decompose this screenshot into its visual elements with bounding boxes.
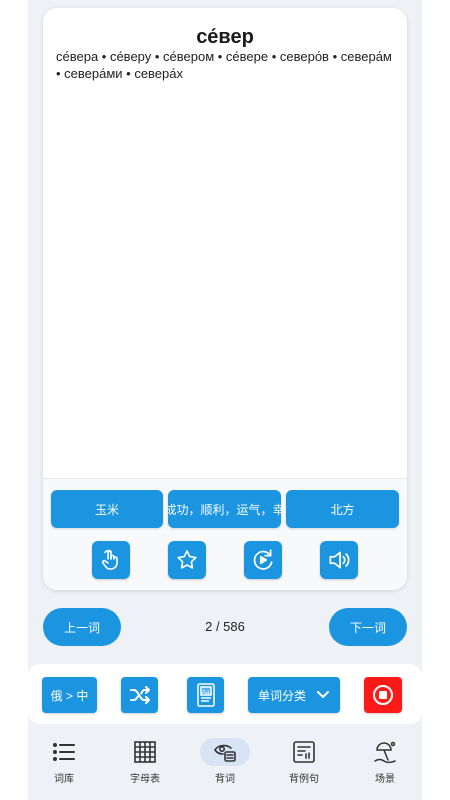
sentence-icon xyxy=(279,738,329,766)
app-root: се́вер се́вера • се́веру • се́вером • се… xyxy=(28,0,422,800)
tab-label: 字母表 xyxy=(130,774,160,785)
word-title: се́вер xyxy=(196,26,254,48)
shuffle-button[interactable] xyxy=(121,677,158,713)
replay-icon xyxy=(253,549,273,570)
word-declension-forms: се́вера • се́веру • се́вером • се́вере •… xyxy=(56,49,392,81)
card-toolbar xyxy=(43,541,407,590)
speak-button[interactable] xyxy=(320,541,358,579)
answer-option-3[interactable]: 北方 xyxy=(286,490,399,528)
svg-text:Aa: Aa xyxy=(202,690,210,696)
tab-alphabet[interactable]: 字母表 xyxy=(115,738,175,792)
beach-icon xyxy=(360,738,410,766)
direction-toggle-button[interactable]: 俄 > 中 xyxy=(42,677,97,713)
tap-hand-icon xyxy=(101,549,118,570)
tab-memorize-words[interactable]: 背词 xyxy=(195,738,255,792)
grid-table-icon xyxy=(120,738,170,766)
category-select-label: 单词分类 xyxy=(258,688,307,703)
shuffle-icon xyxy=(129,686,150,704)
tap-hand-button[interactable] xyxy=(92,541,130,579)
answer-option-2[interactable]: 成功，顺利，运气，幸 xyxy=(168,490,281,528)
category-select[interactable]: 单词分类 xyxy=(248,677,340,713)
next-word-button[interactable]: 下一词 xyxy=(329,608,407,646)
favorite-button[interactable] xyxy=(168,541,206,579)
star-icon xyxy=(177,550,197,569)
list-icon xyxy=(39,738,89,766)
stop-icon xyxy=(373,685,393,705)
bottom-tab-bar: 词库 字母表 背词 背例句 场景 xyxy=(28,730,422,800)
eye-card-icon xyxy=(200,738,250,766)
answer-options: 玉米 成功，顺利，运气，幸 北方 xyxy=(43,479,407,541)
tab-label: 词库 xyxy=(54,774,74,785)
chevron-down-icon xyxy=(317,691,329,698)
speaker-icon xyxy=(329,551,350,569)
book-icon: Aa xyxy=(196,683,215,707)
control-bar: 俄 > 中 Aa 单词分类 xyxy=(28,664,422,724)
tab-label: 场景 xyxy=(375,774,395,785)
tab-example-sentences[interactable]: 背例句 xyxy=(274,738,334,792)
replay-button[interactable] xyxy=(244,541,282,579)
dictionary-button[interactable]: Aa xyxy=(187,677,224,713)
tab-scenes[interactable]: 场景 xyxy=(355,738,415,792)
stop-button[interactable] xyxy=(364,677,402,713)
word-counter: 2 / 586 xyxy=(205,619,245,634)
tab-label: 背词 xyxy=(215,774,235,785)
prev-word-button[interactable]: 上一词 xyxy=(43,608,121,646)
tab-label: 背例句 xyxy=(289,774,319,785)
flashcard: се́вер се́вера • се́веру • се́вером • се… xyxy=(43,8,407,590)
answer-option-1[interactable]: 玉米 xyxy=(51,490,163,528)
tab-word-library[interactable]: 词库 xyxy=(34,738,94,792)
